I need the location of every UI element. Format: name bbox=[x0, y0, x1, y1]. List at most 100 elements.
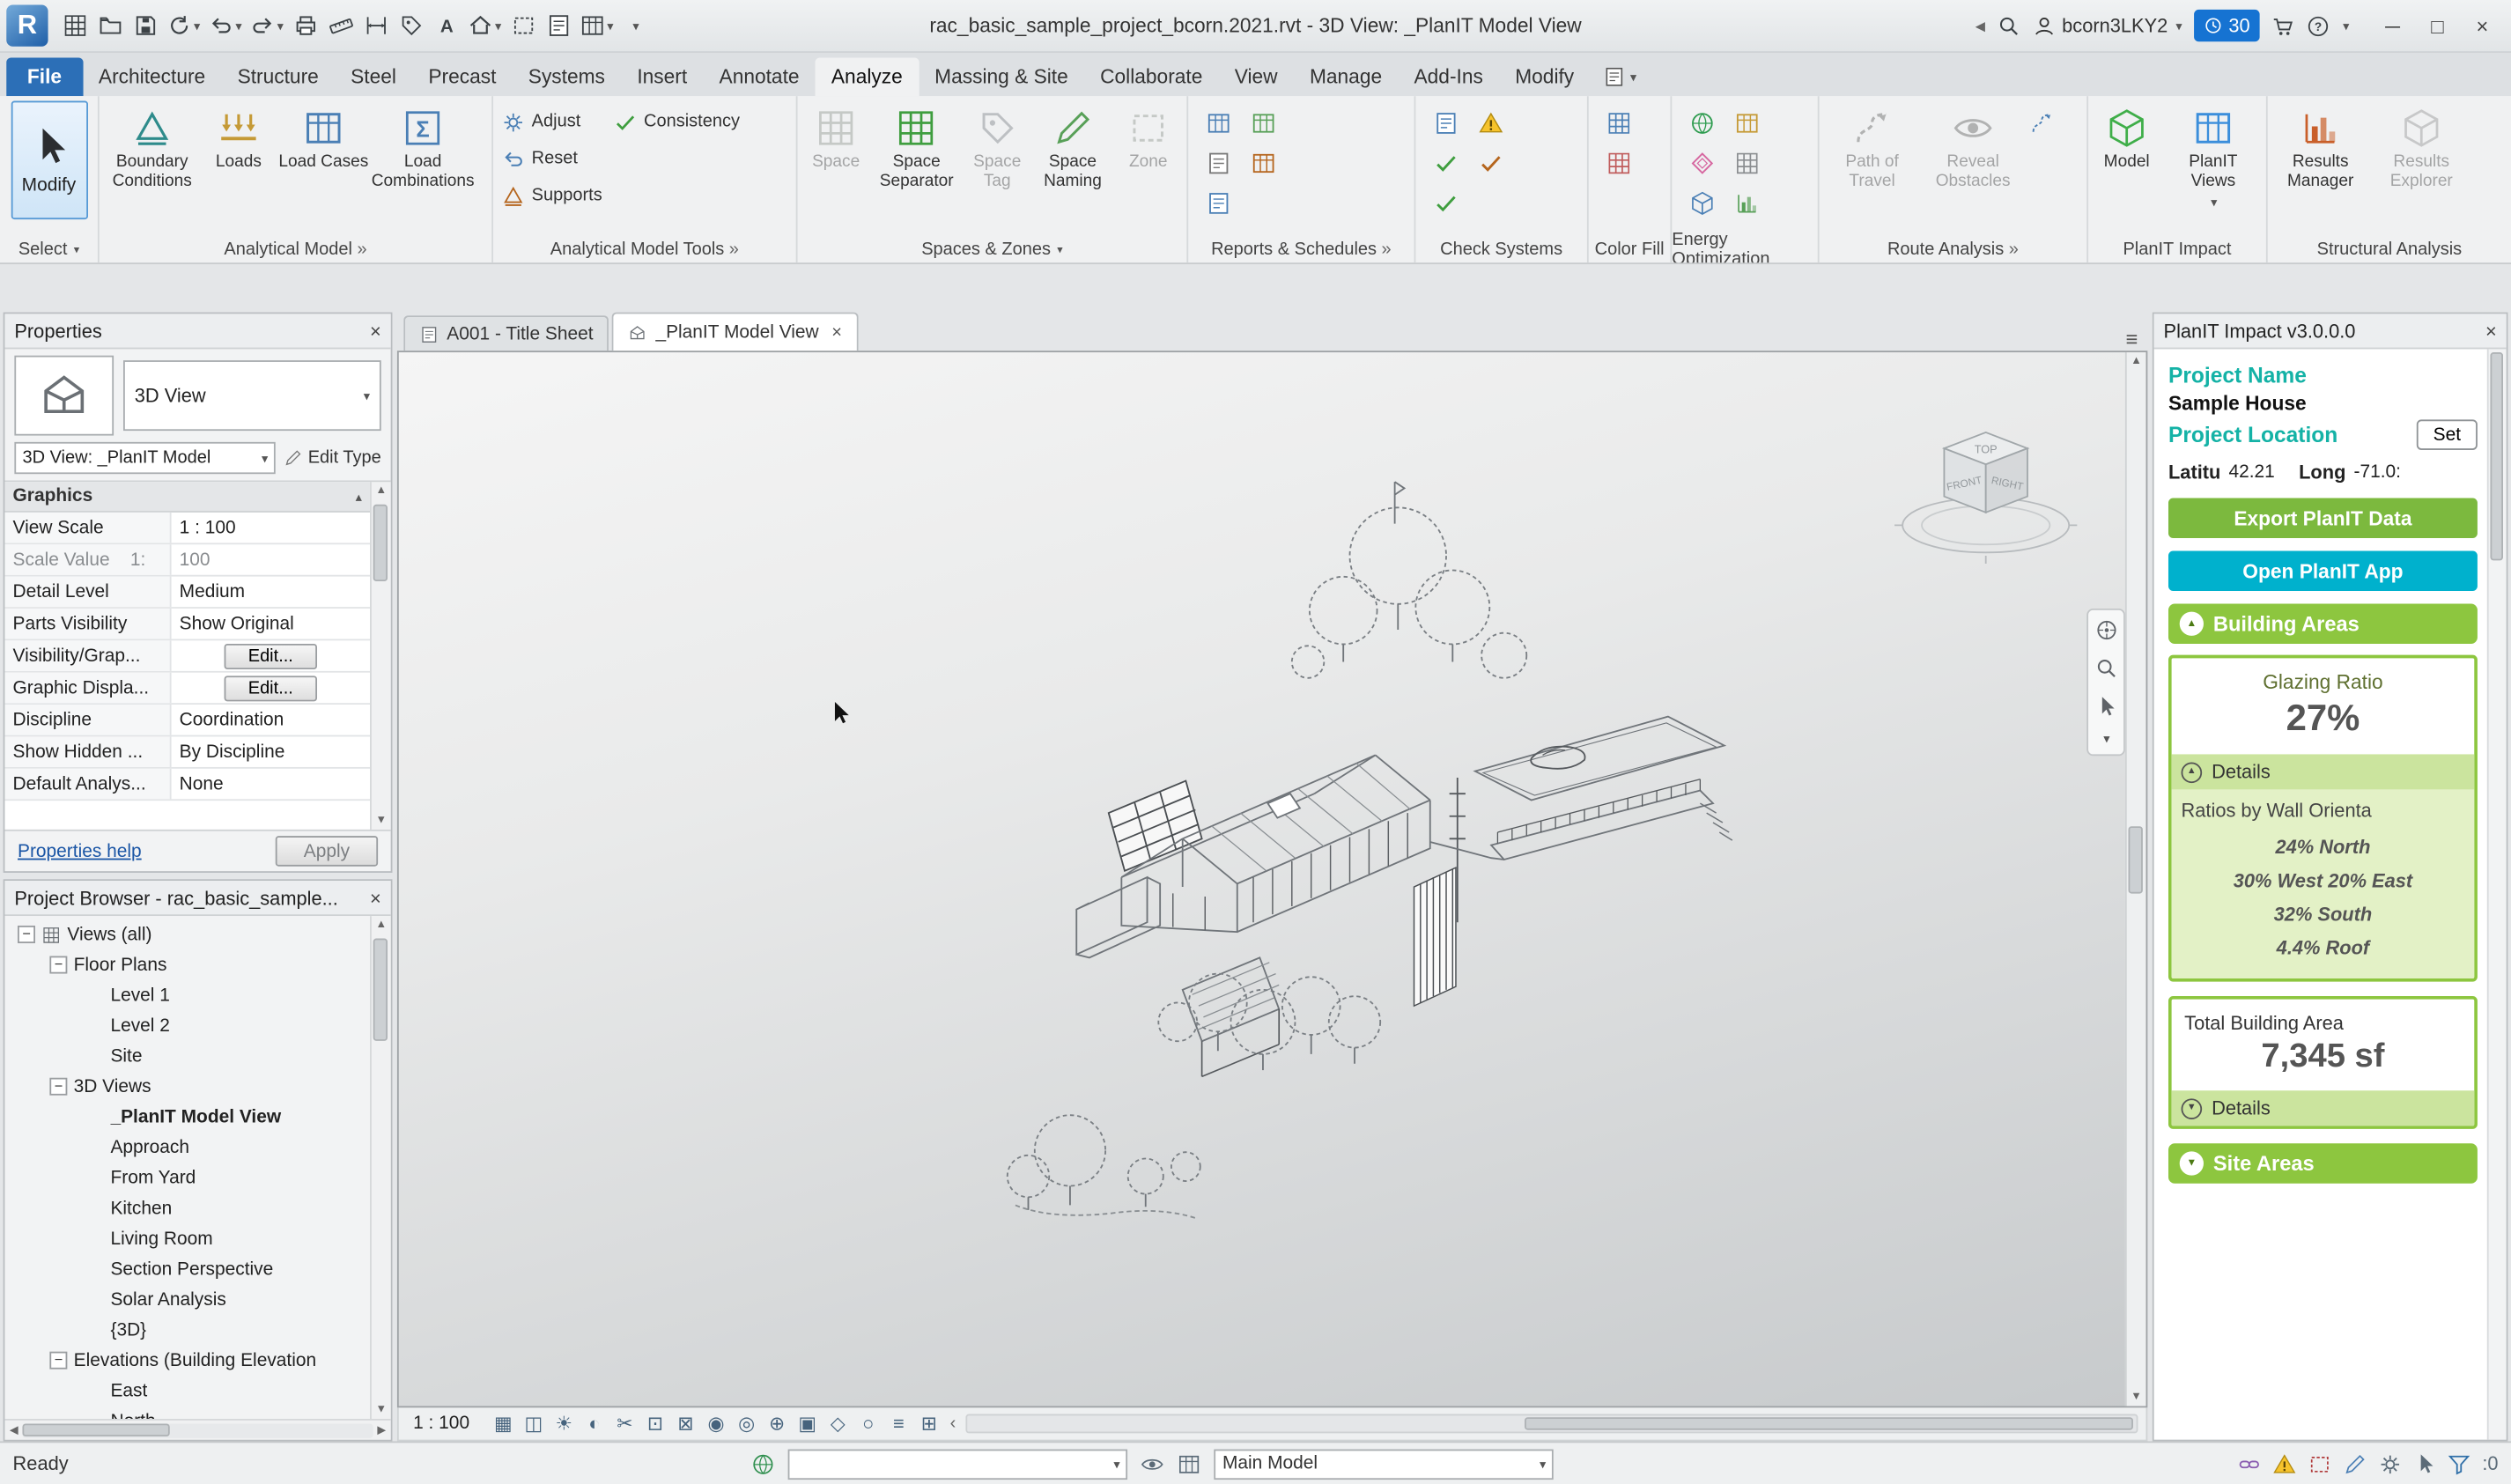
status-select-icon[interactable] bbox=[2413, 1452, 2435, 1474]
worksharing-status-icon[interactable] bbox=[751, 1451, 775, 1475]
sheet-list-icon[interactable] bbox=[1246, 145, 1281, 181]
section-icon[interactable] bbox=[506, 6, 540, 45]
tree-item-level-1[interactable]: Level 1 bbox=[4, 980, 368, 1011]
results-explorer-button[interactable]: Results Explorer bbox=[2372, 101, 2471, 196]
tree-item-approach[interactable]: Approach bbox=[4, 1133, 368, 1163]
expand-icon[interactable]: ▼ bbox=[2182, 1097, 2203, 1119]
optimize-icon[interactable] bbox=[1730, 186, 1765, 221]
help-icon[interactable] bbox=[2306, 13, 2330, 37]
consistency-button[interactable]: Consistency bbox=[609, 106, 744, 137]
reveal-obstacles-button[interactable]: Reveal Obstacles bbox=[1924, 101, 2023, 196]
status-warning-icon[interactable] bbox=[2272, 1451, 2296, 1475]
panel-label-structural-analysis[interactable]: Structural Analysis bbox=[2268, 235, 2511, 262]
save-icon[interactable] bbox=[128, 6, 161, 45]
ribbon-tab-annotate[interactable]: Annotate bbox=[703, 57, 815, 96]
search-icon[interactable] bbox=[1997, 13, 2020, 37]
load-cases-button[interactable]: Load Cases bbox=[276, 101, 372, 177]
properties-help-link[interactable]: Properties help bbox=[18, 842, 142, 861]
notification-badge[interactable]: 30 bbox=[2193, 10, 2259, 41]
selection-options-icon[interactable]: ≡ bbox=[888, 1413, 910, 1435]
panel-label-spaces-zones[interactable]: Spaces & Zones▾ bbox=[798, 235, 1187, 262]
ribbon-tab-analyze[interactable]: Analyze bbox=[816, 57, 919, 96]
ribbon-tab-add-ins[interactable]: Add-Ins bbox=[1398, 57, 1499, 96]
tree-item-site[interactable]: Site bbox=[4, 1041, 368, 1072]
show-warnings-icon[interactable] bbox=[1473, 106, 1509, 141]
panel-label-planit-impact[interactable]: PlanIT Impact bbox=[2088, 235, 2266, 262]
tree-item-kitchen[interactable]: Kitchen bbox=[4, 1193, 368, 1224]
maximize-button[interactable]: □ bbox=[2415, 4, 2460, 46]
print-icon[interactable] bbox=[288, 6, 321, 45]
check-systems-icon[interactable] bbox=[1429, 186, 1464, 221]
status-gear-icon[interactable] bbox=[2378, 1451, 2402, 1475]
canvas-vertical-scrollbar[interactable]: ▲▼ bbox=[2125, 352, 2146, 1406]
expand-icon[interactable]: ▼ bbox=[2180, 1151, 2204, 1175]
ribbon-tab-collaborate[interactable]: Collaborate bbox=[1084, 57, 1219, 96]
results-manager-button[interactable]: Results Manager bbox=[2271, 101, 2370, 196]
tree-item-3d-views[interactable]: −3D Views bbox=[4, 1071, 368, 1102]
more-tools-icon[interactable]: ⊞ bbox=[918, 1413, 940, 1435]
check-pipe-icon[interactable] bbox=[1429, 145, 1464, 181]
design-option-combo[interactable]: Main Model▾ bbox=[1215, 1449, 1554, 1480]
undo-icon[interactable]: ▾ bbox=[205, 6, 245, 45]
schedule-quantities-icon[interactable] bbox=[1201, 106, 1237, 141]
export-planit-data-button[interactable]: Export PlanIT Data bbox=[2168, 498, 2478, 537]
edit-type-button[interactable]: Edit Type bbox=[284, 448, 380, 468]
adjust-button[interactable]: Adjust bbox=[497, 106, 608, 137]
tool-options-icon[interactable]: ▾ bbox=[1603, 66, 1636, 97]
planit-views-button[interactable]: PlanIT Views▾ bbox=[2164, 101, 2264, 218]
check-circuits-icon[interactable] bbox=[1473, 145, 1509, 181]
text-icon[interactable] bbox=[429, 6, 462, 45]
collapse-icon[interactable]: − bbox=[49, 1078, 67, 1096]
space-separator-button[interactable]: Space Separator bbox=[873, 101, 960, 196]
close-icon[interactable]: × bbox=[2485, 320, 2497, 342]
tree-item-north[interactable]: North bbox=[4, 1406, 368, 1419]
drawing-area[interactable]: TOP FRONT RIGHT ▾ ▲▼ bbox=[397, 351, 2147, 1407]
view-cube[interactable]: TOP FRONT RIGHT bbox=[1890, 407, 2082, 567]
collapse-icon[interactable]: ▲ bbox=[2182, 762, 2203, 783]
switch-windows-icon[interactable]: ▾ bbox=[577, 6, 617, 45]
collapse-icon[interactable]: − bbox=[49, 956, 67, 974]
redo-icon[interactable]: ▾ bbox=[247, 6, 286, 45]
loads-button[interactable]: Loads bbox=[203, 101, 274, 177]
reveal-hidden-icon[interactable]: ◉ bbox=[705, 1413, 727, 1435]
default-3d-view-icon[interactable]: ▾ bbox=[464, 6, 504, 45]
collapse-icon[interactable]: − bbox=[18, 926, 35, 943]
tree-item-solar-analysis[interactable]: Solar Analysis bbox=[4, 1284, 368, 1315]
total-details-toggle[interactable]: ▼ Details bbox=[2172, 1090, 2475, 1126]
ribbon-tab-view[interactable]: View bbox=[1219, 57, 1294, 96]
ribbon-tab-precast[interactable]: Precast bbox=[412, 57, 512, 96]
visibility-edit-button[interactable]: Edit... bbox=[224, 643, 317, 668]
views-grid-icon[interactable] bbox=[57, 6, 91, 45]
viewcube-top-label[interactable]: TOP bbox=[1975, 443, 1998, 456]
site-areas-header[interactable]: ▼ Site Areas bbox=[2168, 1143, 2478, 1183]
status-exclude-icon[interactable] bbox=[2308, 1451, 2331, 1475]
thin-lines-icon[interactable] bbox=[542, 6, 575, 45]
panel-label-reports-schedules[interactable]: Reports & Schedules» bbox=[1188, 235, 1414, 262]
panel-label-analytical-model[interactable]: Analytical Model» bbox=[100, 235, 491, 262]
modify-button[interactable]: Modify bbox=[11, 101, 87, 220]
close-tab-icon[interactable]: × bbox=[831, 322, 842, 342]
show-crop-icon[interactable]: ⊡ bbox=[644, 1413, 666, 1435]
account-menu[interactable]: bcorn3LKY2 ▾ bbox=[2032, 13, 2182, 37]
tree-item-planit-model-view[interactable]: _PlanIT Model View bbox=[4, 1102, 368, 1133]
browser-horizontal-scrollbar[interactable]: ◀▶ bbox=[4, 1419, 390, 1440]
supports-button[interactable]: Supports bbox=[497, 180, 608, 211]
editable-only-icon[interactable] bbox=[1141, 1451, 1164, 1475]
temporary-view-properties-icon[interactable]: ⊕ bbox=[765, 1413, 787, 1435]
status-edit-icon[interactable] bbox=[2343, 1451, 2367, 1475]
apply-button[interactable]: Apply bbox=[276, 836, 378, 867]
tree-item-east[interactable]: East bbox=[4, 1376, 368, 1406]
tree-item-section-perspective[interactable]: Section Perspective bbox=[4, 1254, 368, 1285]
create-energy-model-icon[interactable] bbox=[1685, 145, 1720, 181]
reveal-constraints-icon[interactable]: ◇ bbox=[827, 1413, 849, 1435]
scroll-left-icon[interactable]: ‹ bbox=[950, 1414, 956, 1434]
collapse-icon[interactable]: ▲ bbox=[2180, 612, 2204, 636]
space-button[interactable]: Space bbox=[801, 101, 871, 177]
worksharing-display-icon[interactable]: ◎ bbox=[735, 1413, 757, 1435]
filter-icon[interactable] bbox=[2447, 1451, 2470, 1475]
zone-button[interactable]: Zone bbox=[1113, 101, 1184, 177]
collapse-icon[interactable]: − bbox=[49, 1352, 67, 1370]
displaced-elements-icon[interactable]: ▣ bbox=[796, 1413, 818, 1435]
tree-item-3d[interactable]: {3D} bbox=[4, 1315, 368, 1346]
view-tab-planit-model-view[interactable]: _PlanIT Model View× bbox=[612, 313, 858, 351]
